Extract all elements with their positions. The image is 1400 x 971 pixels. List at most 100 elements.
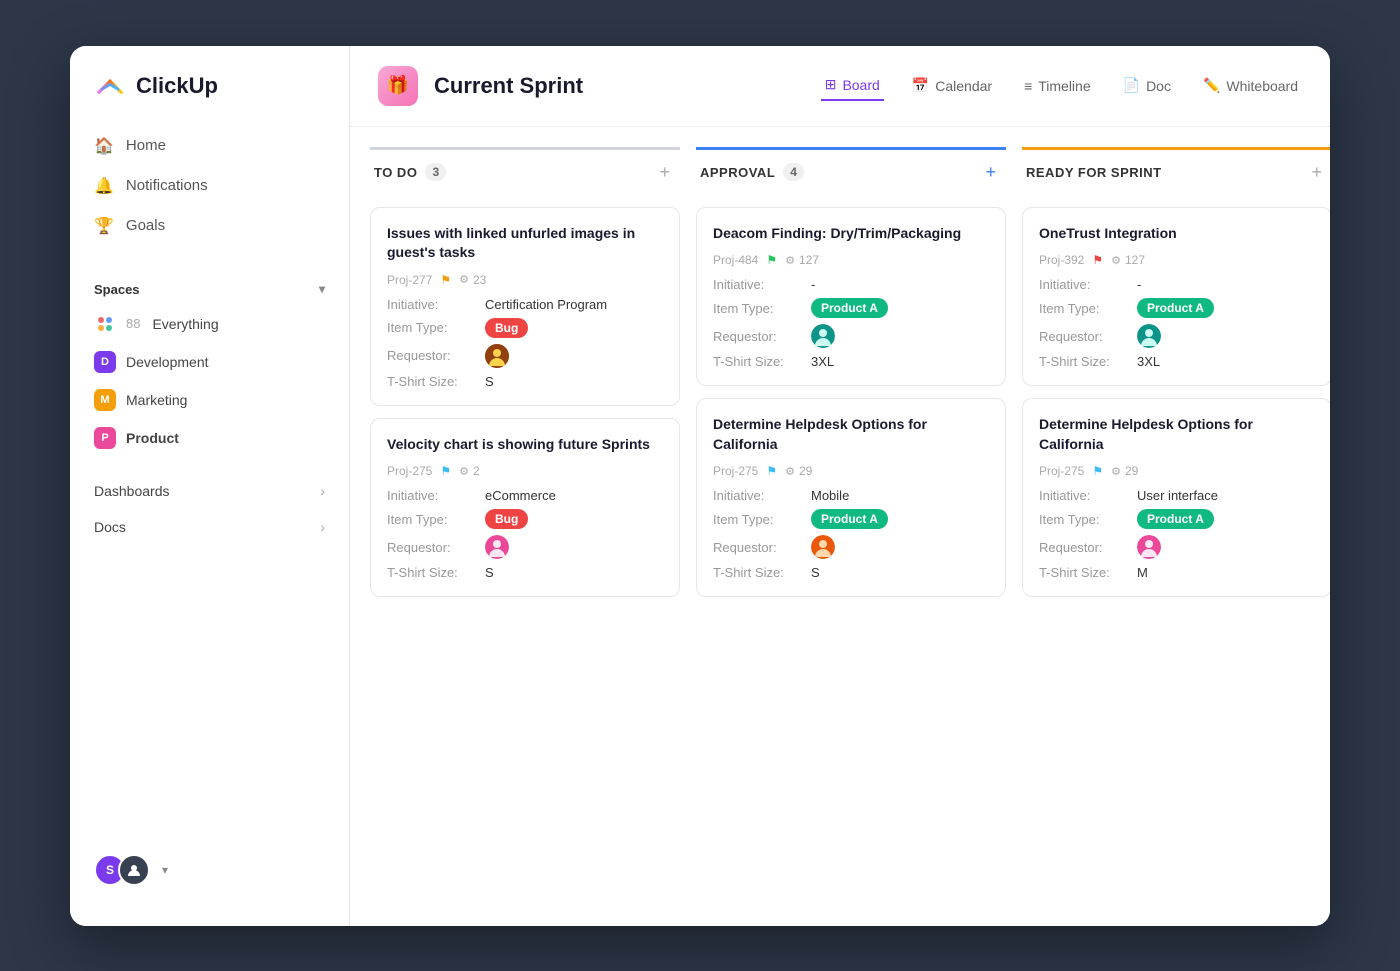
card-meta-todo-1: Proj-277 ⚑ ⚙ 23 xyxy=(387,273,663,287)
sidebar-item-product-label: Product xyxy=(126,430,179,446)
sidebar-item-product[interactable]: P Product xyxy=(82,419,337,457)
card-meta-approval-2: Proj-275 ⚑ ⚙ 29 xyxy=(713,464,989,478)
trophy-icon: 🏆 xyxy=(94,216,114,236)
card-id-approval-1: Proj-484 xyxy=(713,253,758,267)
add-card-ready-button[interactable]: + xyxy=(1305,160,1328,185)
points-group-approval-2: ⚙ 29 xyxy=(785,464,812,478)
card-ready-2[interactable]: Determine Helpdesk Options for Californi… xyxy=(1022,398,1330,597)
sidebar-item-goals[interactable]: 🏆 Goals xyxy=(82,206,337,246)
itemtype-label: Item Type: xyxy=(387,320,477,335)
logo-text: ClickUp xyxy=(136,73,218,99)
column-title-todo: TO DO xyxy=(374,165,417,180)
tab-doc-label: Doc xyxy=(1146,78,1171,94)
sidebar-item-everything[interactable]: 88 Everything xyxy=(82,305,337,343)
avatar-ready-1 xyxy=(1137,324,1161,348)
sidebar-item-home[interactable]: 🏠 Home xyxy=(82,126,337,166)
logo: ClickUp xyxy=(70,70,349,102)
field-tshirt-todo-1: T-Shirt Size: S xyxy=(387,374,663,389)
tab-board[interactable]: ⊞ Board xyxy=(821,70,884,101)
sidebar-item-dashboards[interactable]: Dashboards › xyxy=(82,473,337,509)
field-itemtype-todo-2: Item Type: Bug xyxy=(387,509,663,529)
card-approval-1[interactable]: Deacom Finding: Dry/Trim/Packaging Proj-… xyxy=(696,207,1006,387)
avatar-approval-1 xyxy=(811,324,835,348)
tab-calendar-label: Calendar xyxy=(935,78,992,94)
sidebar-item-development-label: Development xyxy=(126,354,209,370)
page-icon: 🎁 xyxy=(378,66,418,106)
tab-timeline-label: Timeline xyxy=(1038,78,1090,94)
initiative-value-todo-1: Certification Program xyxy=(485,297,607,312)
column-header-ready: READY FOR SPRINT + xyxy=(1022,147,1330,195)
card-title-todo-2: Velocity chart is showing future Sprints xyxy=(387,435,663,455)
column-count-todo: 3 xyxy=(425,163,446,181)
card-todo-2[interactable]: Velocity chart is showing future Sprints… xyxy=(370,418,680,598)
marketing-dot: M xyxy=(94,389,116,411)
tab-calendar[interactable]: 📅 Calendar xyxy=(908,71,996,100)
points-todo-2: 2 xyxy=(473,464,480,478)
column-count-approval: 4 xyxy=(783,163,804,181)
sidebar-item-everything-label: Everything xyxy=(152,316,218,332)
card-fields-todo-1: Initiative: Certification Program Item T… xyxy=(387,297,663,389)
everything-icon xyxy=(94,313,116,335)
avatar-todo-1 xyxy=(485,344,509,368)
card-title-todo-1: Issues with linked unfurled images in gu… xyxy=(387,224,663,263)
avatar-group: S xyxy=(94,854,150,886)
column-title-group-ready: READY FOR SPRINT xyxy=(1026,165,1162,180)
avatar-ready-2 xyxy=(1137,535,1161,559)
tag-ready-2: Product A xyxy=(1137,509,1214,529)
sidebar-item-goals-label: Goals xyxy=(126,217,165,234)
spaces-list: 88 Everything D Development M Marketing … xyxy=(70,305,349,457)
card-title-ready-1: OneTrust Integration xyxy=(1039,224,1315,244)
card-id-todo-2: Proj-275 xyxy=(387,464,432,478)
flag-icon-ready-2: ⚑ xyxy=(1092,464,1103,478)
flag-icon-todo-1: ⚑ xyxy=(440,273,451,287)
cards-list-ready: OneTrust Integration Proj-392 ⚑ ⚙ 127 In xyxy=(1022,207,1330,598)
bell-icon: 🔔 xyxy=(94,176,114,196)
dashboards-label: Dashboards xyxy=(94,483,170,499)
tag-ready-1: Product A xyxy=(1137,298,1214,318)
column-title-group-approval: APPROVAL 4 xyxy=(700,163,804,181)
sidebar-item-development[interactable]: D Development xyxy=(82,343,337,381)
card-fields-approval-2: Initiative: Mobile Item Type: Product A … xyxy=(713,488,989,580)
home-icon: 🏠 xyxy=(94,136,114,156)
points-group-ready-2: ⚙ 29 xyxy=(1111,464,1138,478)
tab-whiteboard-label: Whiteboard xyxy=(1226,78,1298,94)
main-content: 🎁 Current Sprint ⊞ Board 📅 Calendar ≡ Ti… xyxy=(350,46,1330,926)
tab-doc[interactable]: 📄 Doc xyxy=(1119,71,1175,100)
points-todo-1: 23 xyxy=(473,273,486,287)
card-title-approval-2: Determine Helpdesk Options for Californi… xyxy=(713,415,989,454)
footer-chevron-icon: ▾ xyxy=(162,863,168,877)
cards-list-approval: Deacom Finding: Dry/Trim/Packaging Proj-… xyxy=(696,207,1006,598)
tag-approval-2: Product A xyxy=(811,509,888,529)
add-card-approval-button[interactable]: + xyxy=(979,160,1002,185)
field-initiative-todo-2: Initiative: eCommerce xyxy=(387,488,663,503)
sidebar-item-marketing[interactable]: M Marketing xyxy=(82,381,337,419)
app-container: ClickUp 🏠 Home 🔔 Notifications 🏆 Goals S… xyxy=(70,46,1330,926)
field-initiative-todo-1: Initiative: Certification Program xyxy=(387,297,663,312)
flag-icon-approval-2: ⚑ xyxy=(766,464,777,478)
sidebar-item-notifications-label: Notifications xyxy=(126,177,208,194)
card-fields-ready-2: Initiative: User interface Item Type: Pr… xyxy=(1039,488,1315,580)
points-group-todo-1: ⚙ 23 xyxy=(459,273,486,287)
card-title-ready-2: Determine Helpdesk Options for Californi… xyxy=(1039,415,1315,454)
avatar-approval-2 xyxy=(811,535,835,559)
card-todo-1[interactable]: Issues with linked unfurled images in gu… xyxy=(370,207,680,406)
dashboards-chevron-icon: › xyxy=(320,483,325,499)
sidebar: ClickUp 🏠 Home 🔔 Notifications 🏆 Goals S… xyxy=(70,46,350,926)
cards-list-todo: Issues with linked unfurled images in gu… xyxy=(370,207,680,598)
points-group-approval-1: ⚙ 127 xyxy=(785,253,819,267)
field-requestor-todo-2: Requestor: xyxy=(387,535,663,559)
card-ready-1[interactable]: OneTrust Integration Proj-392 ⚑ ⚙ 127 In xyxy=(1022,207,1330,387)
doc-icon: 📄 xyxy=(1123,77,1140,94)
calendar-icon: 📅 xyxy=(912,77,929,94)
sidebar-item-docs[interactable]: Docs › xyxy=(82,509,337,545)
card-meta-todo-2: Proj-275 ⚑ ⚙ 2 xyxy=(387,464,663,478)
flag-icon-approval-1: ⚑ xyxy=(766,253,777,267)
tab-timeline[interactable]: ≡ Timeline xyxy=(1020,72,1095,100)
development-dot: D xyxy=(94,351,116,373)
tab-whiteboard[interactable]: ✏️ Whiteboard xyxy=(1199,71,1302,100)
add-card-todo-button[interactable]: + xyxy=(653,160,676,185)
docs-chevron-icon: › xyxy=(320,519,325,535)
card-approval-2[interactable]: Determine Helpdesk Options for Californi… xyxy=(696,398,1006,597)
sidebar-item-notifications[interactable]: 🔔 Notifications xyxy=(82,166,337,206)
tab-board-label: Board xyxy=(842,77,879,93)
